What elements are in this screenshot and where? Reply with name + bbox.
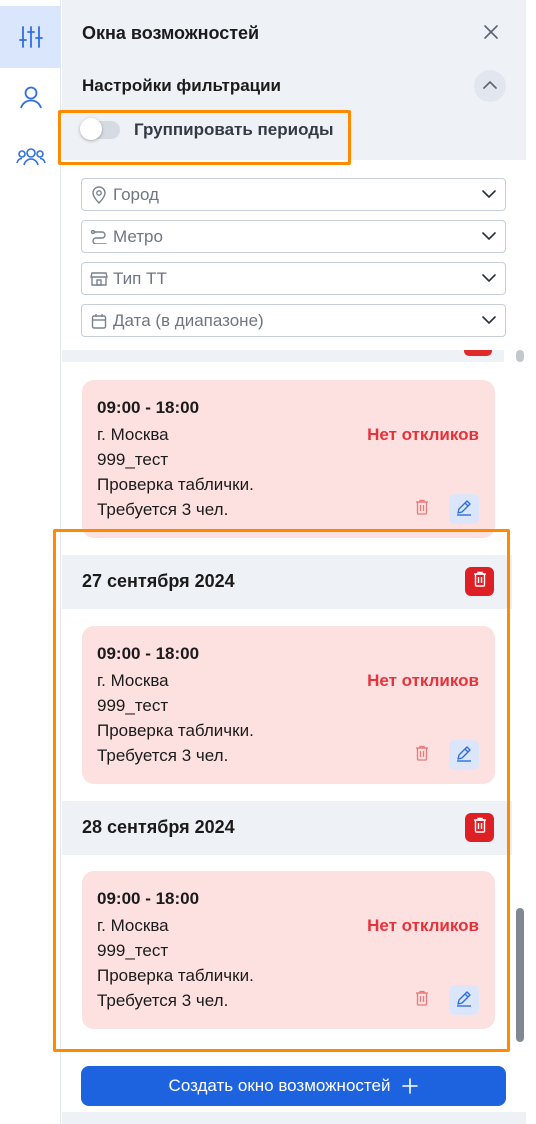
filters-title: Настройки фильтрации xyxy=(82,76,282,95)
rail-profile-button[interactable] xyxy=(0,66,61,128)
chevron-up-icon xyxy=(483,77,497,95)
highlight-frame xyxy=(58,110,351,165)
chevron-down-icon xyxy=(481,229,497,245)
create-button-label: Создать окно возможностей xyxy=(168,1076,391,1095)
chevron-down-icon xyxy=(481,271,497,287)
delete-card-button[interactable] xyxy=(412,498,432,520)
date-group-header-partial xyxy=(62,350,504,362)
delete-date-button-partial[interactable] xyxy=(464,350,492,356)
create-opportunity-button[interactable]: Создать окно возможностей xyxy=(81,1066,506,1106)
metro-select[interactable]: Метро xyxy=(81,220,506,253)
card-city: г. Москва xyxy=(97,425,169,444)
location-pin-icon xyxy=(90,185,108,204)
store-type-select[interactable]: Тип ТТ xyxy=(81,262,506,295)
panel-title: Окна возможностей xyxy=(82,23,260,43)
card-time: 09:00 - 18:00 xyxy=(97,398,200,417)
trash-icon xyxy=(415,499,429,520)
date-range-select-placeholder: Дата (в диапазоне) xyxy=(113,310,264,330)
city-select[interactable]: Город xyxy=(81,178,506,211)
highlight-frame xyxy=(53,529,510,1052)
card-code: 999_тест xyxy=(97,450,169,469)
city-select-placeholder: Город xyxy=(113,184,159,204)
chevron-down-icon xyxy=(481,313,497,329)
rail-filters-button[interactable] xyxy=(0,6,61,68)
scrollbar-cap xyxy=(516,350,524,362)
plus-icon xyxy=(402,1078,419,1094)
close-icon xyxy=(484,24,498,44)
card-need: Требуется 3 чел. xyxy=(97,500,229,519)
opportunity-card[interactable]: 09:00 - 18:00 г. Москва Нет откликов 999… xyxy=(82,380,495,538)
pencil-icon xyxy=(455,498,473,521)
rail-team-button[interactable] xyxy=(0,126,61,188)
list-scrollbar[interactable] xyxy=(516,350,524,1054)
route-icon xyxy=(90,228,108,246)
sliders-icon xyxy=(18,24,44,50)
card-description: Проверка таблички. xyxy=(97,475,254,494)
chevron-down-icon xyxy=(481,187,497,203)
card-status: Нет откликов xyxy=(367,425,479,444)
metro-select-placeholder: Метро xyxy=(113,226,163,246)
close-button[interactable] xyxy=(480,23,502,45)
scrollbar-thumb[interactable] xyxy=(516,908,524,1042)
calendar-icon xyxy=(90,312,108,330)
store-type-select-placeholder: Тип ТТ xyxy=(113,268,167,288)
side-rail xyxy=(0,0,61,1124)
panel-header: Окна возможностей xyxy=(62,0,526,68)
users-icon xyxy=(15,144,46,170)
collapse-filters-button[interactable] xyxy=(474,70,506,102)
panel-footer xyxy=(62,1112,526,1124)
date-range-select[interactable]: Дата (в диапазоне) xyxy=(81,304,506,337)
store-icon xyxy=(90,270,108,288)
edit-card-button[interactable] xyxy=(449,494,479,524)
user-icon xyxy=(18,84,44,110)
